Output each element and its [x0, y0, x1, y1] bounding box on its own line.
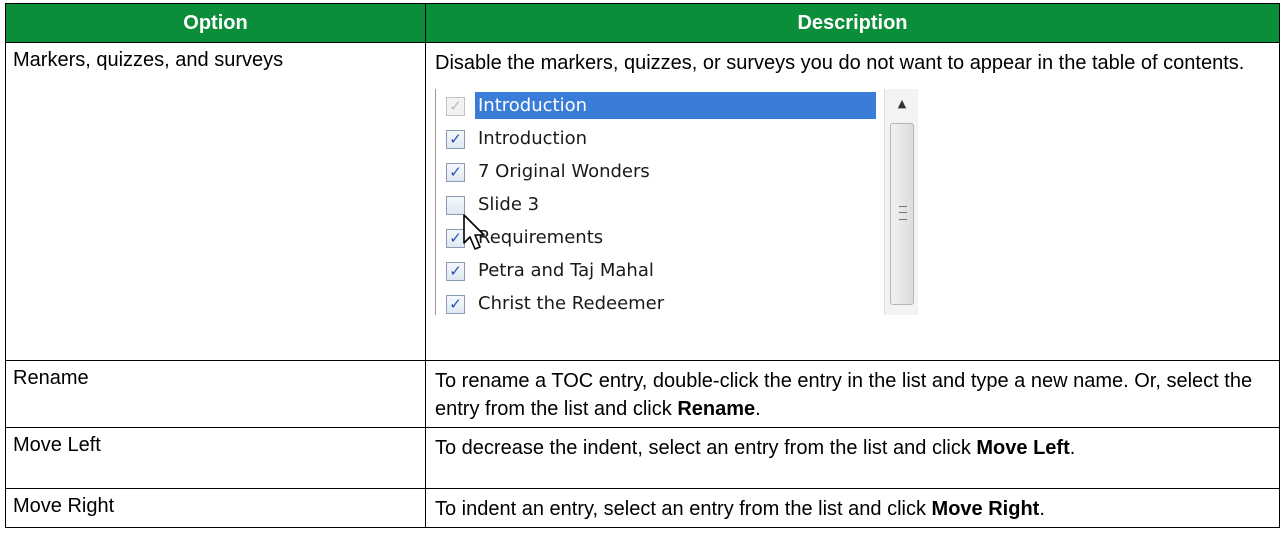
description-cell: Disable the markers, quizzes, or surveys… — [425, 42, 1280, 361]
description-bold-term: Rename — [677, 398, 756, 420]
description-bold-term: Move Right — [931, 498, 1040, 520]
toc-list-item[interactable]: ✓ 7 Original Wonders — [436, 155, 882, 188]
toc-list-item[interactable]: ✓ Introduction — [436, 122, 882, 155]
table-header-row: Option Description — [5, 3, 1280, 43]
vertical-scrollbar[interactable]: ▲ — [884, 89, 918, 315]
description-text-end: . — [755, 398, 761, 420]
table-row: Move Right To indent an entry, select an… — [5, 488, 1280, 528]
options-table: Option Description Markers, quizzes, and… — [5, 3, 1280, 528]
checkbox-icon: ✓ — [446, 97, 465, 116]
table-row: Rename To rename a TOC entry, double-cli… — [5, 360, 1280, 428]
header-option: Option — [5, 3, 426, 43]
description-text: To decrease the indent, select an entry … — [435, 437, 977, 459]
header-description: Description — [425, 3, 1280, 43]
description-text: To rename a TOC entry, double-click the … — [435, 370, 1253, 420]
description-text: Disable the markers, quizzes, or surveys… — [435, 52, 1245, 74]
toc-list-item[interactable]: ✓Slide 3 — [436, 188, 882, 221]
toc-item-label[interactable]: Petra and Taj Mahal — [475, 257, 657, 284]
option-cell: Markers, quizzes, and surveys — [5, 42, 426, 361]
option-cell: Move Left — [5, 427, 426, 489]
table-row: Markers, quizzes, and surveys Disable th… — [5, 42, 1280, 361]
option-cell: Rename — [5, 360, 426, 428]
checkbox-icon[interactable]: ✓ — [446, 262, 465, 281]
description-text-end: . — [1039, 498, 1045, 520]
toc-list-screenshot: ✓ Introduction ✓ Introduction ✓ 7 Original Wo… — [435, 89, 918, 315]
option-cell: Move Right — [5, 488, 426, 528]
scroll-thumb[interactable] — [890, 123, 914, 305]
toc-list[interactable]: ✓ Introduction ✓ Introduction ✓ 7 Original Wo… — [436, 89, 882, 315]
toc-item-label[interactable]: Introduction — [475, 92, 876, 119]
mouse-cursor-icon — [463, 214, 485, 250]
description-text: To indent an entry, select an entry from… — [435, 498, 932, 520]
grip-icon — [899, 206, 907, 220]
toc-item-label[interactable]: Christ the Redeemer — [475, 290, 667, 315]
checkbox-icon[interactable]: ✓ — [446, 295, 465, 314]
description-cell: To decrease the indent, select an entry … — [425, 427, 1280, 489]
toc-item-label[interactable]: Introduction — [475, 125, 590, 152]
toc-item-label[interactable]: 7 Original Wonders — [475, 158, 653, 185]
description-text-end: . — [1069, 437, 1076, 459]
table-row: Move Left To decrease the indent, select… — [5, 427, 1280, 489]
toc-list-item[interactable]: ✓ Christ the Redeemer — [436, 287, 882, 315]
toc-list-item[interactable]: ✓ Requirements — [436, 221, 882, 254]
description-cell: To rename a TOC entry, double-click the … — [425, 360, 1280, 428]
checkbox-icon[interactable]: ✓ — [446, 130, 465, 149]
toc-list-item[interactable]: ✓ Introduction — [436, 89, 882, 122]
description-bold-term: Move Left — [976, 437, 1070, 459]
checkbox-icon[interactable]: ✓ — [446, 163, 465, 182]
toc-list-item[interactable]: ✓ Petra and Taj Mahal — [436, 254, 882, 287]
scroll-up-icon[interactable]: ▲ — [885, 89, 918, 119]
description-cell: To indent an entry, select an entry from… — [425, 488, 1280, 528]
